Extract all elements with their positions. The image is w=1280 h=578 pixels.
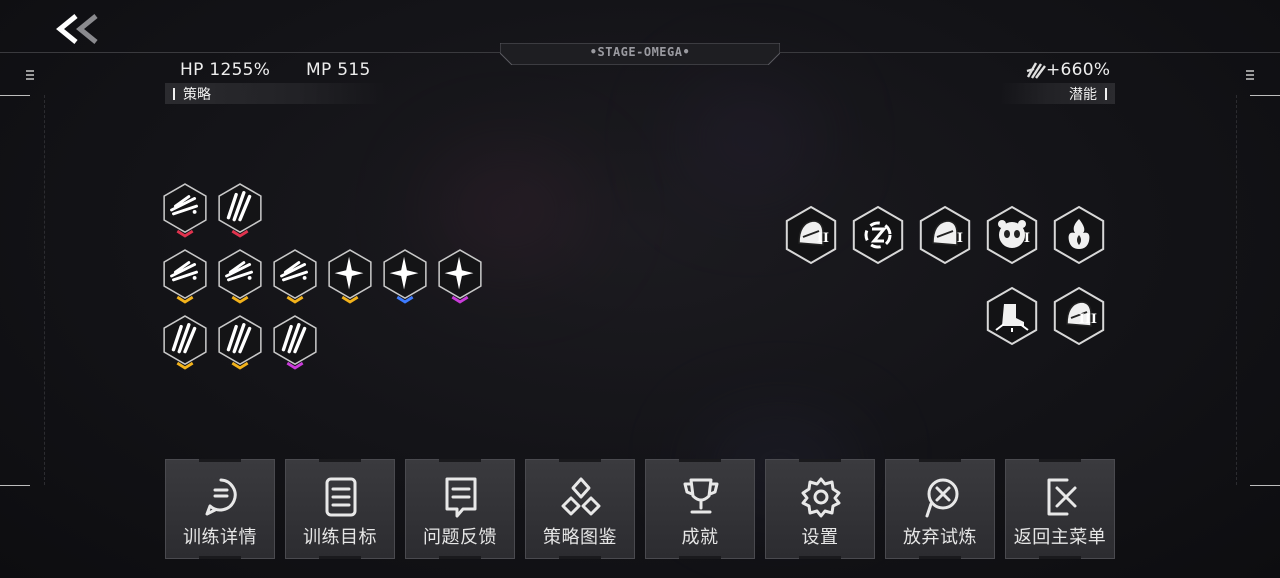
potential-level: I	[1023, 231, 1030, 246]
strategy-badge[interactable]	[270, 312, 320, 372]
chat-bubble-button[interactable]: 训练详情	[165, 459, 275, 559]
strategy-badge[interactable]	[380, 246, 430, 306]
potential-header: 潜能	[1000, 83, 1115, 104]
potential-badge[interactable]	[850, 203, 906, 269]
armor-glove-icon	[919, 205, 971, 265]
trophy-icon	[683, 478, 719, 514]
bonus-stat: +660%	[1026, 60, 1110, 80]
give-up-icon	[925, 478, 959, 518]
strategy-badge[interactable]	[160, 180, 210, 240]
double-chevron-left-icon	[56, 14, 98, 44]
button-label: 设置	[801, 527, 839, 548]
strategy-header-label: 策略	[183, 86, 211, 103]
strategy-badge[interactable]	[270, 246, 320, 306]
strategy-badge[interactable]	[215, 312, 265, 372]
right-tick-bottom	[1250, 485, 1280, 486]
claw-slash-icon	[218, 183, 262, 238]
panda-mask-icon	[986, 205, 1038, 265]
button-label: 问题反馈	[423, 527, 497, 548]
claw-slash-icon	[218, 315, 262, 370]
clipboard-list-button[interactable]: 训练目标	[285, 459, 395, 559]
button-label: 训练详情	[183, 527, 257, 548]
bonus-value: +660%	[1046, 60, 1111, 80]
trefoil-icon	[561, 477, 601, 516]
strategy-badge[interactable]	[325, 246, 375, 306]
armor-helmet-icon	[785, 205, 837, 265]
potential-badge[interactable]: I	[984, 203, 1040, 269]
back-button[interactable]	[52, 12, 108, 46]
feather-wings-icon	[218, 249, 262, 304]
exit-door-button[interactable]: 返回主菜单	[1005, 459, 1115, 559]
button-label: 返回主菜单	[1013, 527, 1107, 548]
left-tick	[0, 95, 30, 96]
sparkle-icon	[438, 249, 482, 304]
gear-icon	[801, 477, 841, 518]
strategy-badge[interactable]	[160, 312, 210, 372]
sparkle-icon	[383, 249, 427, 304]
potential-badge[interactable]	[1051, 203, 1107, 269]
potential-level: II	[816, 231, 829, 246]
button-label: 策略图鉴	[543, 527, 617, 548]
strategy-header: 策略	[165, 83, 385, 104]
feather-wings-icon	[273, 249, 317, 304]
feather-wings-icon	[163, 249, 207, 304]
potential-level: III	[1078, 312, 1097, 327]
exit-door-icon	[1047, 478, 1077, 516]
flame-burst-icon	[1053, 205, 1105, 265]
gear-button[interactable]: 设置	[765, 459, 875, 559]
stage-title: •STAGE-OMEGA•	[589, 45, 691, 59]
strategy-badge[interactable]	[215, 246, 265, 306]
button-label: 成就	[681, 527, 719, 548]
claw-slash-icon	[163, 315, 207, 370]
potential-badge[interactable]: II	[783, 203, 839, 269]
right-tick	[1250, 95, 1280, 96]
left-menu-icon[interactable]	[26, 70, 34, 80]
potential-badge[interactable]: III	[1051, 284, 1107, 350]
boot-impact-icon	[986, 286, 1038, 346]
left-guide	[44, 95, 46, 485]
chat-bubble-icon	[205, 478, 237, 516]
feedback-note-button[interactable]: 问题反馈	[405, 459, 515, 559]
sparkle-icon	[328, 249, 372, 304]
strategy-badge[interactable]	[215, 180, 265, 240]
button-label: 放弃试炼	[903, 527, 977, 548]
clipboard-list-icon	[325, 477, 357, 517]
give-up-button[interactable]: 放弃试炼	[885, 459, 995, 559]
potential-badge[interactable]	[984, 284, 1040, 350]
potential-badge[interactable]: I	[917, 203, 973, 269]
claw-bonus-icon	[1026, 62, 1046, 79]
right-guide	[1236, 95, 1238, 485]
potential-level: I	[956, 231, 963, 246]
trophy-button[interactable]: 成就	[645, 459, 755, 559]
spin-rune-icon	[852, 205, 904, 265]
feedback-note-icon	[445, 477, 477, 518]
mp-stat: MP 515	[306, 60, 371, 80]
hp-stat: HP 1255%	[180, 60, 271, 80]
button-label: 训练目标	[303, 527, 377, 548]
claw-slash-icon	[273, 315, 317, 370]
right-menu-icon[interactable]	[1246, 70, 1254, 80]
strategy-badge[interactable]	[160, 246, 210, 306]
trefoil-button[interactable]: 策略图鉴	[525, 459, 635, 559]
stage-banner: •STAGE-OMEGA•	[500, 43, 780, 65]
potential-header-label: 潜能	[1069, 86, 1097, 103]
feather-wings-icon	[163, 183, 207, 238]
strategy-badge[interactable]	[435, 246, 485, 306]
left-tick-bottom	[0, 485, 30, 486]
